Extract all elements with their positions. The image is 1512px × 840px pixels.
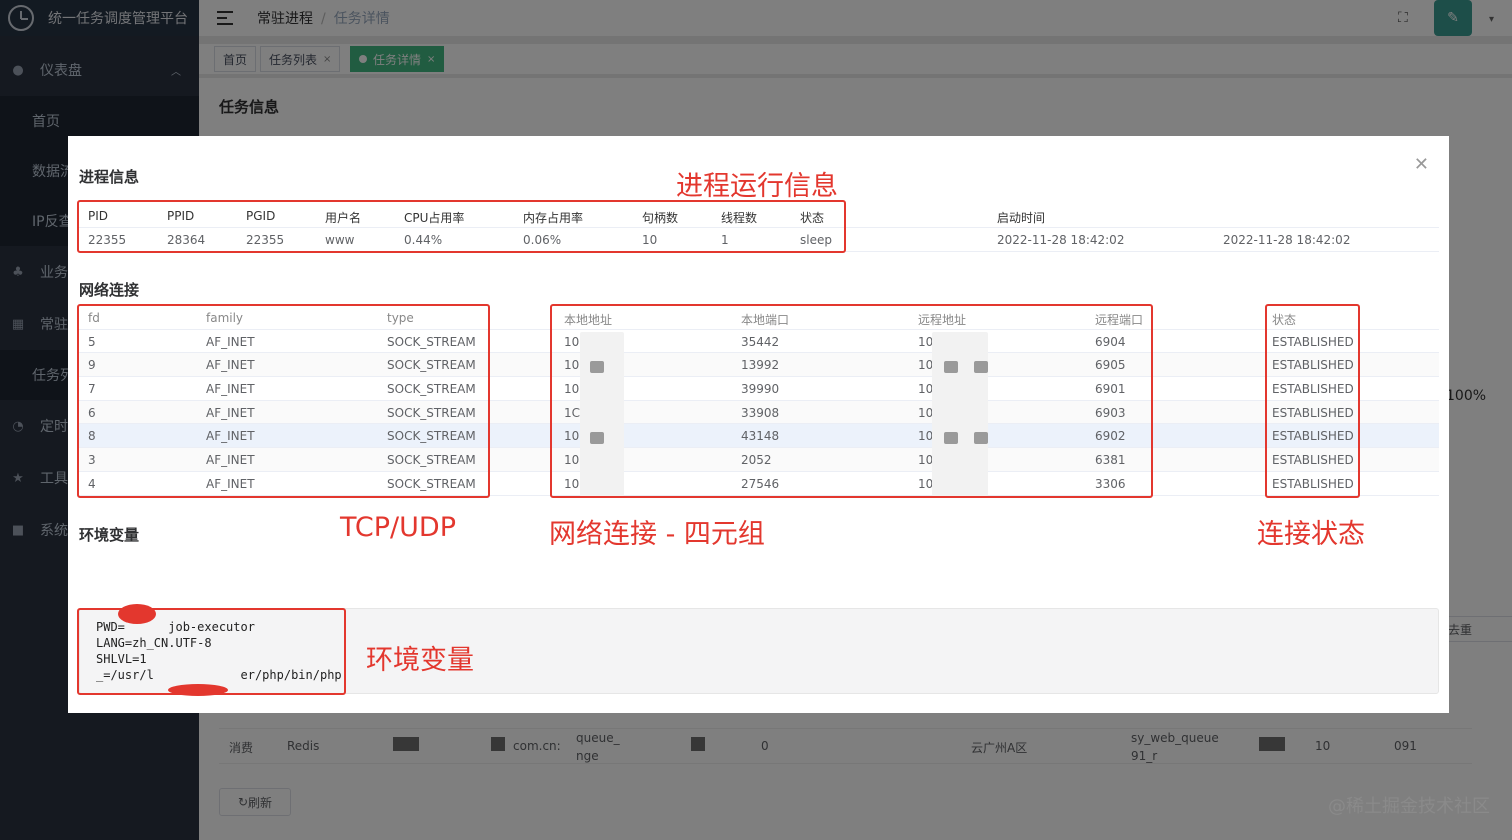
process-detail-dialog: ✕ 进程信息 PID PPID PGID 用户名 CPU占用率 内存占用率 句柄… [68,136,1449,713]
annotation-label-tuple: 网络连接 - 四元组 [549,519,765,550]
annotation-box-env [77,608,346,695]
env-title: 环境变量 [79,526,140,544]
process-info-title: 进程信息 [79,168,140,186]
close-icon[interactable]: ✕ [1414,154,1429,175]
annotation-label-env: 环境变量 [366,645,474,676]
annotation-box-state [1265,304,1360,498]
annotation-box-tcp [77,304,490,498]
annotation-box-tuple [550,304,1153,498]
annotation-label-tcp: TCP/UDP [340,512,456,543]
watermark: @稀土掘金技术社区 [1328,796,1490,817]
annotation-label-state: 连接状态 [1257,519,1365,550]
network-title: 网络连接 [79,281,140,299]
annotation-label-process: 进程运行信息 [676,171,838,202]
annotation-box-process [77,200,846,253]
